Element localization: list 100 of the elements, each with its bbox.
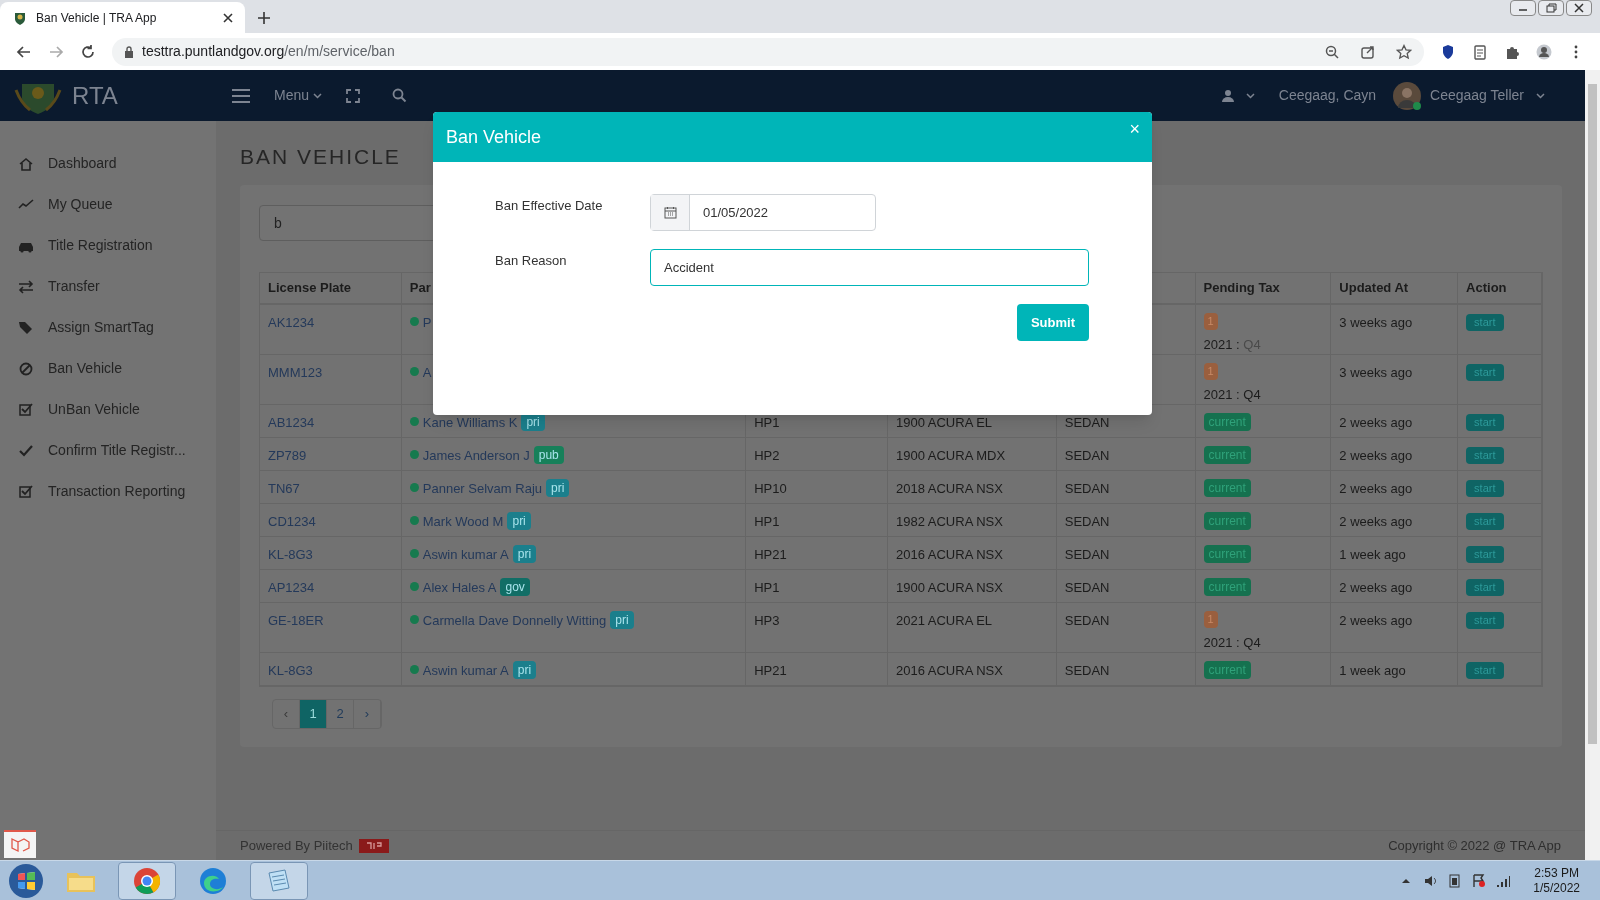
sidebar-item[interactable]: Title Registration (0, 225, 216, 266)
user-name: Ceegaag, Cayn (1278, 86, 1377, 105)
profile-dropdown[interactable]: Ceegaag Teller (1392, 80, 1545, 111)
modal-title: Ban Vehicle (446, 125, 542, 149)
table-cell-text: 2018 ACURA NSX (896, 480, 1003, 498)
plate-link[interactable]: GE-18ER (268, 611, 324, 631)
minimize-icon[interactable] (1510, 0, 1536, 16)
table-cell-text: 1900 ACURA MDX (896, 447, 1006, 465)
user-dropdown[interactable] (1221, 89, 1255, 102)
plate-link[interactable]: ZP789 (268, 446, 307, 466)
party-tag: pri (546, 479, 570, 497)
back-icon[interactable] (16, 43, 32, 60)
table-cell-text: HP21 (754, 546, 787, 564)
party-tag: pub (533, 446, 564, 464)
table-cell-text: 2 weeks ago (1339, 414, 1413, 432)
party-link[interactable]: Aswin kumar A (422, 661, 509, 681)
reload-icon[interactable] (80, 43, 96, 60)
search-icon[interactable] (392, 88, 408, 103)
close-icon[interactable] (1566, 0, 1592, 16)
table-cell-text: SEDAN (1064, 662, 1110, 680)
scrollbar[interactable] (1585, 70, 1600, 860)
table-cell-text: HP21 (754, 662, 787, 680)
tax-period: 2021 : Q4 (1203, 385, 1261, 404)
party-link[interactable]: James Anderson J (422, 446, 530, 466)
table-cell-text: 2 weeks ago (1339, 579, 1413, 597)
zoom-icon[interactable] (1324, 43, 1340, 60)
plate-link[interactable]: AK1234 (268, 313, 315, 333)
menu-dropdown[interactable]: Menu (274, 85, 323, 106)
party-link[interactable]: P (422, 313, 432, 333)
submit-button[interactable]: Submit (1016, 304, 1089, 341)
page-button[interactable]: › (354, 700, 381, 728)
party-tag: gov (500, 578, 530, 596)
party-link[interactable]: Mark Wood M (422, 512, 504, 532)
party-tag: pri (610, 611, 634, 629)
close-icon[interactable] (223, 12, 233, 23)
table-cell-text: 2016 ACURA NSX (896, 662, 1003, 680)
sidebar-item[interactable]: Assign SmartTag (0, 307, 216, 348)
column-header: Action (1466, 279, 1507, 298)
plate-link[interactable]: AP1234 (268, 578, 315, 598)
sidebar-item[interactable]: Confirm Title Registr... (0, 430, 216, 471)
party-link[interactable]: Alex Hales A (422, 578, 497, 598)
shield-icon[interactable] (1440, 43, 1456, 60)
caret-icon (313, 92, 323, 99)
plate-link[interactable]: KL-8G3 (268, 661, 313, 681)
party-link[interactable]: Kane Williams K (422, 413, 518, 433)
sidebar-item[interactable]: My Queue (0, 184, 216, 225)
sidebar-item[interactable]: Transfer (0, 266, 216, 307)
tax-period: 2021 : Q4 (1203, 633, 1261, 652)
date-field[interactable]: 01/05/2022 (650, 194, 876, 231)
clipboard-icon[interactable] (1472, 43, 1488, 60)
table-cell-text: 1900 ACURA EL (896, 414, 993, 432)
checkbox-icon (18, 401, 34, 418)
tab-title: Ban Vehicle | TRA App (36, 9, 158, 27)
home-icon (18, 155, 34, 172)
browser-tab[interactable]: Ban Vehicle | TRA App (0, 2, 245, 33)
sidebar-item[interactable]: Ban Vehicle (0, 348, 216, 389)
new-tab-icon[interactable] (257, 11, 271, 25)
flag-icon[interactable] (1471, 872, 1488, 889)
text-field[interactable]: Accident (650, 249, 1089, 286)
start-button[interactable] (8, 862, 44, 899)
star-icon[interactable] (1396, 43, 1412, 60)
table-cell-text: 1900 ACURA NSX (896, 579, 1003, 597)
table-cell-text: HP1 (754, 513, 780, 531)
plate-link[interactable]: TN67 (268, 479, 300, 499)
table-cell-text: SEDAN (1064, 513, 1110, 531)
ban-icon (18, 360, 34, 377)
party-link[interactable]: Panner Selvam Raju (422, 479, 542, 499)
sidebar-item[interactable]: Dashboard (0, 143, 216, 184)
clock-date: 1/5/2022 (1533, 880, 1580, 896)
plate-link[interactable]: KL-8G3 (268, 545, 313, 565)
profile-icon[interactable] (1536, 43, 1552, 60)
page-button[interactable]: 2 (327, 700, 354, 728)
party-link[interactable]: Carmella Dave Donnelly Witting (422, 611, 607, 631)
clock[interactable]: 2:53 PM 1/5/2022 (1533, 865, 1580, 896)
field-label: Ban Reason (495, 252, 568, 270)
table-cell-text: SEDAN (1064, 447, 1110, 465)
table-cell-text: SEDAN (1064, 480, 1110, 498)
party-link[interactable]: A (422, 363, 432, 383)
table-cell-text: 3 weeks ago (1339, 364, 1413, 382)
plate-link[interactable]: CD1234 (268, 512, 316, 532)
address-bar[interactable]: testtra.puntlandgov.org/en/m/service/ban (112, 37, 1424, 66)
plate-link[interactable]: AB1234 (268, 413, 315, 433)
menu-icon[interactable] (232, 88, 250, 103)
fullscreen-icon[interactable] (346, 88, 361, 103)
plate-link[interactable]: MMM123 (268, 363, 323, 383)
restore-icon[interactable] (1538, 0, 1564, 16)
framework-logo[interactable] (4, 830, 36, 858)
app-logo-text: RTA (72, 80, 119, 111)
scrollbar-thumb[interactable] (1588, 84, 1597, 744)
field-label: Ban Effective Date (495, 197, 604, 215)
table-cell-text: SEDAN (1064, 612, 1110, 630)
user-icon (1221, 89, 1234, 102)
sidebar-item[interactable]: UnBan Vehicle (0, 389, 216, 430)
page-button[interactable]: 1 (300, 700, 327, 728)
party-link[interactable]: Aswin kumar A (422, 545, 509, 565)
sidebar-item[interactable]: Transaction Reporting (0, 471, 216, 512)
close-button[interactable]: × (1129, 120, 1140, 138)
chrome-icon[interactable] (118, 861, 176, 900)
avatar (1392, 80, 1423, 111)
share-icon[interactable] (1360, 43, 1376, 60)
